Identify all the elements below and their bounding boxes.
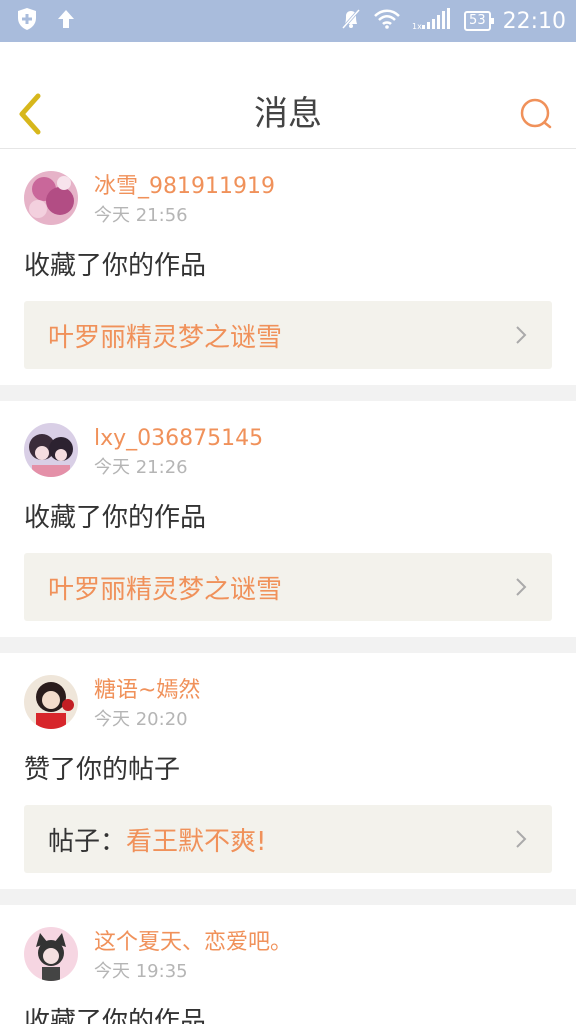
target-post-link[interactable]: 帖子：看王默不爽! bbox=[24, 805, 552, 873]
target-title: 叶罗丽精灵梦之谜雪 bbox=[48, 574, 283, 605]
list-item: 冰雪_981911919 今天 21:56 收藏了你的作品 叶罗丽精灵梦之谜雪 bbox=[0, 149, 576, 385]
target-title: 看王默不爽! bbox=[126, 826, 267, 857]
avatar[interactable] bbox=[24, 675, 78, 729]
separator bbox=[0, 637, 576, 653]
target-work-link[interactable]: 叶罗丽精灵梦之谜雪 bbox=[24, 301, 552, 369]
username[interactable]: 冰雪_981911919 bbox=[94, 171, 275, 203]
chevron-right-icon bbox=[516, 830, 527, 848]
chevron-right-icon bbox=[516, 326, 527, 344]
separator bbox=[0, 889, 576, 905]
timestamp: 今天 21:26 bbox=[94, 457, 188, 478]
search-icon bbox=[520, 98, 552, 129]
status-bar: 1x 53 22:10 bbox=[0, 0, 576, 42]
signal-icon: 1x bbox=[412, 7, 452, 35]
message-list: 冰雪_981911919 今天 21:56 收藏了你的作品 叶罗丽精灵梦之谜雪 bbox=[0, 149, 576, 1024]
separator bbox=[0, 385, 576, 401]
timestamp: 今天 21:56 bbox=[94, 205, 188, 226]
action-text: 收藏了你的作品 bbox=[24, 503, 207, 533]
status-time: 22:10 bbox=[502, 8, 566, 34]
battery-icon: 53 bbox=[464, 11, 494, 31]
svg-text:1x: 1x bbox=[412, 22, 422, 31]
mute-bell-icon bbox=[340, 8, 362, 34]
avatar[interactable] bbox=[24, 423, 78, 477]
action-text: 赞了你的帖子 bbox=[24, 755, 181, 785]
search-button[interactable] bbox=[518, 96, 554, 132]
post-label: 帖子： bbox=[48, 826, 127, 857]
avatar[interactable] bbox=[24, 927, 78, 981]
list-item: 糖语~嫣然 今天 20:20 赞了你的帖子 帖子：看王默不爽! bbox=[0, 653, 576, 889]
target-work-link[interactable]: 叶罗丽精灵梦之谜雪 bbox=[24, 553, 552, 621]
action-text: 收藏了你的作品 bbox=[24, 1007, 207, 1024]
target-title: 叶罗丽精灵梦之谜雪 bbox=[48, 322, 283, 353]
avatar[interactable] bbox=[24, 171, 78, 225]
action-text: 收藏了你的作品 bbox=[24, 251, 207, 281]
page-title: 消息 bbox=[254, 94, 322, 134]
chevron-right-icon bbox=[516, 578, 527, 596]
username[interactable]: lxy_036875145 bbox=[94, 423, 263, 455]
timestamp: 今天 20:20 bbox=[94, 709, 188, 730]
username[interactable]: 糖语~嫣然 bbox=[94, 675, 200, 707]
username[interactable]: 这个夏天、恋爱吧。 bbox=[94, 927, 292, 959]
wifi-icon bbox=[374, 9, 400, 33]
upload-arrow-icon bbox=[56, 8, 76, 34]
list-item: 这个夏天、恋爱吧。 今天 19:35 收藏了你的作品 bbox=[0, 905, 576, 1024]
header: 消息 bbox=[0, 42, 576, 149]
list-item: lxy_036875145 今天 21:26 收藏了你的作品 叶罗丽精灵梦之谜雪 bbox=[0, 401, 576, 637]
timestamp: 今天 19:35 bbox=[94, 961, 188, 982]
shield-icon bbox=[16, 7, 38, 35]
